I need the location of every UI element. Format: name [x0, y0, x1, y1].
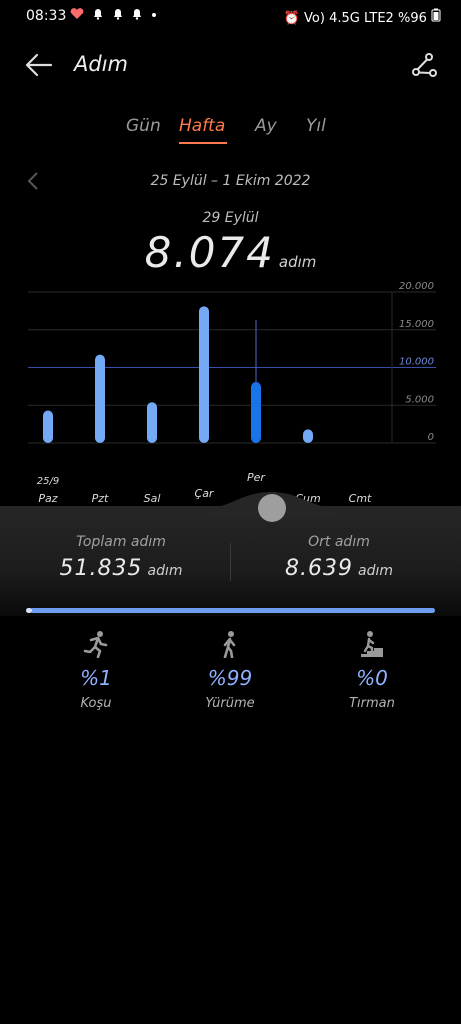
total-steps-unit: adım	[147, 563, 183, 579]
tab-gun[interactable]: Gün	[126, 116, 161, 136]
activity-climbing: %0 Tırman	[302, 630, 442, 711]
bar-Sal	[147, 402, 157, 443]
tab-ay[interactable]: Ay	[255, 116, 277, 136]
x-date-label: 25/9	[37, 476, 59, 487]
climbing-label: Tırman	[349, 696, 395, 711]
signal-text: Vo) 4.5G LTE2 %96	[304, 11, 427, 26]
average-steps-value: 8.639	[284, 556, 353, 581]
status-right: ⏰ Vo) 4.5G LTE2 %96	[284, 8, 441, 26]
heart-rate-icon	[70, 8, 84, 19]
date-range-row: 25 Eylül – 1 Ekim 2022	[0, 170, 461, 196]
selected-steps-unit: adım	[278, 253, 317, 271]
y-tick-label: 20.000	[399, 281, 434, 292]
walking-icon	[223, 631, 236, 658]
selected-value-block: 8.074 adım	[0, 228, 461, 277]
y-tick-label: 5.000	[405, 394, 434, 405]
walking-label: Yürüme	[205, 696, 255, 711]
app-header: Adım	[0, 40, 461, 90]
steps-bar-chart[interactable]: 20.00015.00010.0005.0000Paz25/9Pzt Sal Çar…	[0, 280, 461, 510]
average-steps-label: Ort adım	[308, 534, 370, 550]
share-icon[interactable]	[411, 52, 437, 78]
activity-progress-fill	[30, 608, 435, 613]
selector-knob[interactable]	[258, 494, 286, 522]
dot-icon	[152, 13, 157, 17]
battery-icon	[431, 8, 441, 22]
stat-divider	[230, 543, 231, 581]
activity-running: %1 Koşu	[26, 630, 166, 711]
active-tab-indicator	[179, 142, 227, 144]
bell-icon	[93, 9, 102, 20]
y-tick-label: 15.000	[399, 319, 434, 330]
x-tick-label: Pzt	[92, 492, 109, 505]
bar-Per	[251, 382, 261, 443]
average-steps-unit: adım	[358, 563, 394, 579]
status-time: 08:33	[26, 8, 67, 24]
walking-percent: %99	[207, 666, 253, 690]
climbing-percent: %0	[356, 666, 388, 690]
alarm-icon: ⏰	[283, 11, 300, 26]
average-steps-stat: Ort adım 8.639 adım	[234, 534, 444, 581]
tab-yil[interactable]: Yıl	[306, 116, 326, 136]
bar-Paz	[43, 410, 53, 443]
y-tick-label: 10.000	[399, 357, 434, 368]
bell-icon	[133, 9, 142, 20]
x-tick-label: Cmt	[349, 492, 372, 505]
selected-steps-value: 8.074	[144, 228, 275, 277]
running-percent: %1	[80, 666, 112, 690]
notification-icons	[70, 8, 157, 23]
bar-Pzt	[95, 354, 105, 443]
selected-date: 29 Eylül	[202, 210, 259, 226]
activity-walking: %99 Yürüme	[160, 630, 300, 711]
total-steps-label: Toplam adım	[76, 534, 166, 550]
x-tick-label: Sal	[144, 492, 161, 505]
page-title: Adım	[74, 52, 128, 76]
status-bar: 08:33 ⏰ Vo) 4.5G LTE2 %96	[0, 0, 461, 34]
tab-hafta[interactable]: Hafta	[179, 116, 225, 136]
stairs-icon	[361, 631, 383, 657]
period-tabs: Gün Hafta Ay Yıl	[0, 116, 461, 146]
total-steps-stat: Toplam adım 51.835 adım	[16, 534, 226, 581]
activity-progress-start	[26, 608, 32, 613]
date-range: 25 Eylül – 1 Ekim 2022	[150, 173, 311, 189]
activity-progress-bar	[26, 608, 435, 613]
running-icon	[83, 631, 108, 658]
y-tick-label: 0	[428, 432, 434, 443]
running-label: Koşu	[80, 696, 112, 711]
x-tick-label: Paz	[38, 492, 57, 505]
bar-Cum	[303, 429, 313, 443]
bar-Çar	[199, 306, 209, 443]
back-arrow-icon[interactable]	[24, 50, 54, 80]
bell-icon	[113, 9, 122, 20]
total-steps-value: 51.835	[59, 556, 143, 581]
